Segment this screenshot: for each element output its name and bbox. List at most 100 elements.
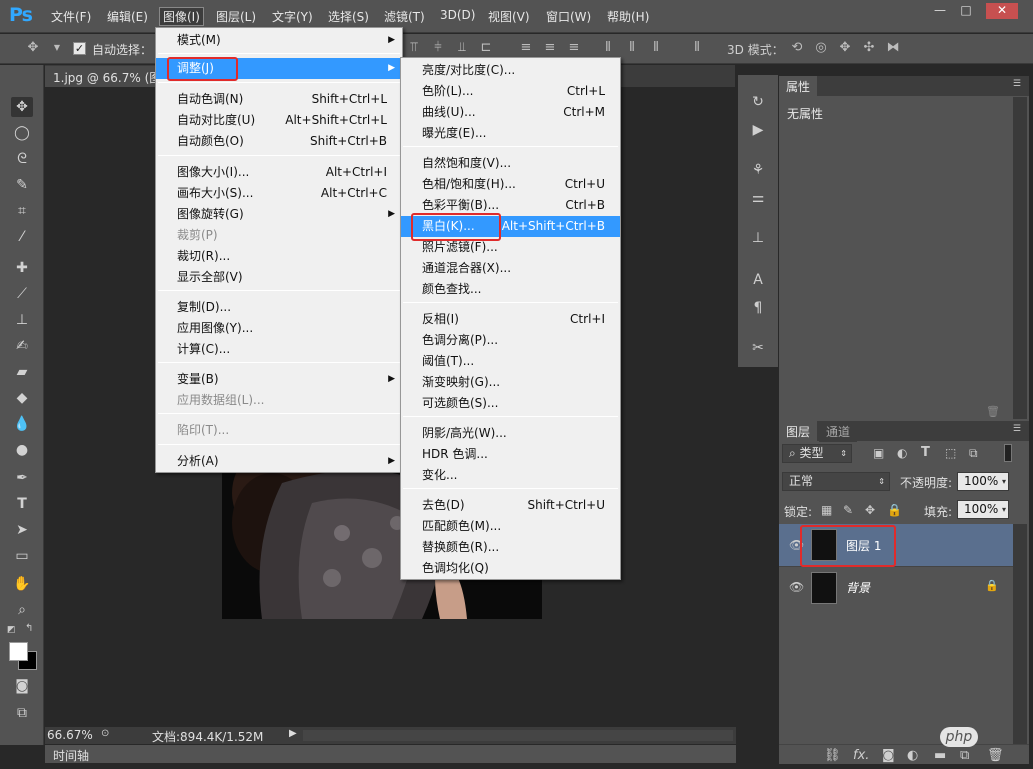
lasso-tool-icon[interactable]: ᘓ — [11, 149, 33, 169]
tool-presets-panel-icon[interactable]: ✂ — [747, 338, 769, 358]
clone-source-panel-icon[interactable]: ⊥ — [747, 228, 769, 248]
lock-pixels-icon[interactable]: ✎ — [843, 503, 853, 517]
paragraph-panel-icon[interactable]: ¶ — [747, 298, 769, 318]
adjust-menu-item-variations[interactable]: 变化... — [401, 465, 620, 486]
3d-slide-icon[interactable]: ✣ — [862, 41, 876, 55]
brush-tool-icon[interactable]: ⟋ — [11, 284, 33, 304]
filter-toggle[interactable] — [1004, 444, 1012, 462]
image-menu-item-trap[interactable]: 陷印(T)... — [156, 420, 402, 441]
menu-type[interactable]: 文字(Y) — [272, 8, 313, 25]
image-menu-item-auto-tone[interactable]: 自动色调(N) Shift+Ctrl+L — [156, 89, 402, 110]
crop-tool-icon[interactable]: ⌗ — [11, 201, 33, 221]
zoom-tool-icon[interactable]: ⌕ — [11, 600, 33, 620]
menu-help[interactable]: 帮助(H) — [607, 8, 649, 25]
add-mask-icon[interactable]: ◙ — [882, 748, 895, 763]
filter-type-icon[interactable]: T — [921, 445, 930, 460]
adjust-menu-item-selective-color[interactable]: 可选颜色(S)... — [401, 393, 620, 414]
horizontal-scrollbar[interactable] — [303, 730, 733, 741]
adjust-menu-item-posterize[interactable]: 色调分离(P)... — [401, 330, 620, 351]
3d-scale-icon[interactable]: ⧓ — [886, 41, 900, 55]
actions-panel-icon[interactable]: ▶ — [747, 120, 769, 140]
history-panel-icon[interactable]: ↻ — [747, 92, 769, 112]
zoom-level[interactable]: 66.67% — [47, 728, 93, 742]
3d-roll-icon[interactable]: ◎ — [814, 41, 828, 55]
quick-select-tool-icon[interactable]: ✎ — [11, 175, 33, 195]
close-button[interactable]: ✕ — [986, 3, 1018, 19]
blend-mode-select[interactable]: 正常 ⇕ — [782, 472, 890, 491]
align-top-icon[interactable]: ⫪ — [407, 41, 421, 55]
image-menu-item-calculations[interactable]: 计算(C)... — [156, 339, 402, 360]
new-group-icon[interactable]: ▬ — [934, 748, 946, 763]
hand-tool-icon[interactable]: ✋ — [11, 574, 33, 594]
fill-input[interactable]: 100% ▾ — [957, 500, 1009, 519]
filter-smart-object-icon[interactable]: ⧉ — [969, 446, 978, 461]
status-info-icon[interactable]: ⊙ — [101, 728, 109, 739]
maximize-button[interactable]: □ — [955, 3, 977, 19]
distribute-left-icon[interactable]: ⦀ — [601, 41, 615, 55]
adjust-menu-item-gradient-map[interactable]: 渐变映射(G)... — [401, 372, 620, 393]
opacity-input[interactable]: 100% ▾ — [957, 472, 1009, 491]
menu-file[interactable]: 文件(F) — [51, 8, 91, 25]
adjust-menu-item-match-color[interactable]: 匹配颜色(M)... — [401, 516, 620, 537]
image-menu-item-apply-data-set[interactable]: 应用数据组(L)... — [156, 390, 402, 411]
move-tool-preset-icon[interactable]: ✥ — [26, 41, 40, 55]
layer-row-background[interactable]: 👁 背景 🔒 — [779, 566, 1013, 608]
distribute-vcenter-icon[interactable]: ≡ — [543, 41, 557, 55]
delete-layer-icon[interactable]: 🗑 — [987, 748, 1004, 763]
tab-layers[interactable]: 图层 — [779, 421, 818, 442]
new-layer-icon[interactable]: ⧉ — [960, 748, 969, 763]
align-bottom-icon[interactable]: ⫫ — [455, 41, 469, 55]
menu-edit[interactable]: 编辑(E) — [107, 8, 148, 25]
adjust-menu-item-levels[interactable]: 色阶(L)... Ctrl+L — [401, 81, 620, 102]
adjust-menu-item-channel-mixer[interactable]: 通道混合器(X)... — [401, 258, 620, 279]
properties-scrollbar[interactable] — [1013, 97, 1027, 419]
layer-name[interactable]: 背景 — [846, 579, 870, 596]
pen-tool-icon[interactable]: ✒ — [11, 468, 33, 488]
image-menu-item-reveal-all[interactable]: 显示全部(V) — [156, 267, 402, 288]
default-colors-icon[interactable]: ◩ — [7, 625, 16, 635]
filter-adjustment-icon[interactable]: ◐ — [897, 446, 907, 460]
lock-all-icon[interactable]: 🔒 — [887, 503, 902, 517]
visibility-eye-icon[interactable]: 👁 — [789, 580, 804, 594]
quick-mask-icon[interactable]: ◙ — [11, 676, 33, 696]
distribute-right-icon[interactable]: ⦀ — [649, 41, 663, 55]
minimize-button[interactable]: — — [929, 3, 951, 19]
image-menu-item-variables[interactable]: 变量(B) ▶ — [156, 369, 402, 390]
image-menu-item-mode[interactable]: 模式(M) ▶ — [156, 30, 402, 51]
eraser-tool-icon[interactable]: ▰ — [11, 362, 33, 382]
layers-scrollbar[interactable] — [1013, 524, 1027, 744]
adjust-menu-item-hue-saturation[interactable]: 色相/饱和度(H)... Ctrl+U — [401, 174, 620, 195]
adjust-menu-item-color-balance[interactable]: 色彩平衡(B)... Ctrl+B — [401, 195, 620, 216]
adjust-menu-item-equalize[interactable]: 色调均化(Q) — [401, 558, 620, 579]
lock-transparency-icon[interactable]: ▦ — [821, 503, 832, 517]
clone-stamp-tool-icon[interactable]: ⊥ — [11, 310, 33, 330]
adjust-menu-item-invert[interactable]: 反相(I) Ctrl+I — [401, 309, 620, 330]
history-brush-tool-icon[interactable]: ✍ — [11, 336, 33, 356]
image-menu-item-image-size[interactable]: 图像大小(I)... Alt+Ctrl+I — [156, 162, 402, 183]
align-vcenter-icon[interactable]: ⫩ — [431, 41, 445, 55]
timeline-label[interactable]: 时间轴 — [53, 747, 89, 764]
character-panel-icon[interactable]: A — [747, 270, 769, 290]
adjust-menu-item-brightness-contrast[interactable]: 亮度/对比度(C)... — [401, 60, 620, 81]
status-menu-arrow-icon[interactable]: ▶ — [289, 728, 297, 739]
adjust-menu-item-photo-filter[interactable]: 照片滤镜(F)... — [401, 237, 620, 258]
layer-filter-select[interactable]: ⌕ 类型 ⇕ — [782, 444, 852, 463]
path-select-tool-icon[interactable]: ➤ — [11, 520, 33, 540]
auto-align-icon[interactable]: ⦀ — [690, 41, 704, 55]
adjust-menu-item-curves[interactable]: 曲线(U)... Ctrl+M — [401, 102, 620, 123]
adjust-menu-item-black-white[interactable]: 黑白(K)... Alt+Shift+Ctrl+B — [401, 216, 620, 237]
layer-name[interactable]: 图层 1 — [846, 537, 881, 554]
menu-image[interactable]: 图像(I) — [159, 7, 204, 26]
menu-view[interactable]: 视图(V) — [488, 8, 530, 25]
healing-brush-tool-icon[interactable]: ✚ — [11, 258, 33, 278]
menu-window[interactable]: 窗口(W) — [546, 8, 591, 25]
menu-3d[interactable]: 3D(D) — [440, 8, 475, 22]
adjust-menu-item-shadows-highlights[interactable]: 阴影/高光(W)... — [401, 423, 620, 444]
adjust-menu-item-color-lookup[interactable]: 颜色查找... — [401, 279, 620, 300]
adjust-menu-item-hdr-toning[interactable]: HDR 色调... — [401, 444, 620, 465]
move-tool-icon[interactable]: ✥ — [11, 97, 33, 117]
distribute-top-icon[interactable]: ≡ — [519, 41, 533, 55]
adjust-menu-item-vibrance[interactable]: 自然饱和度(V)... — [401, 153, 620, 174]
paint-bucket-tool-icon[interactable]: ◆ — [11, 388, 33, 408]
layers-panel-menu-icon[interactable]: ☰ — [1013, 424, 1021, 434]
